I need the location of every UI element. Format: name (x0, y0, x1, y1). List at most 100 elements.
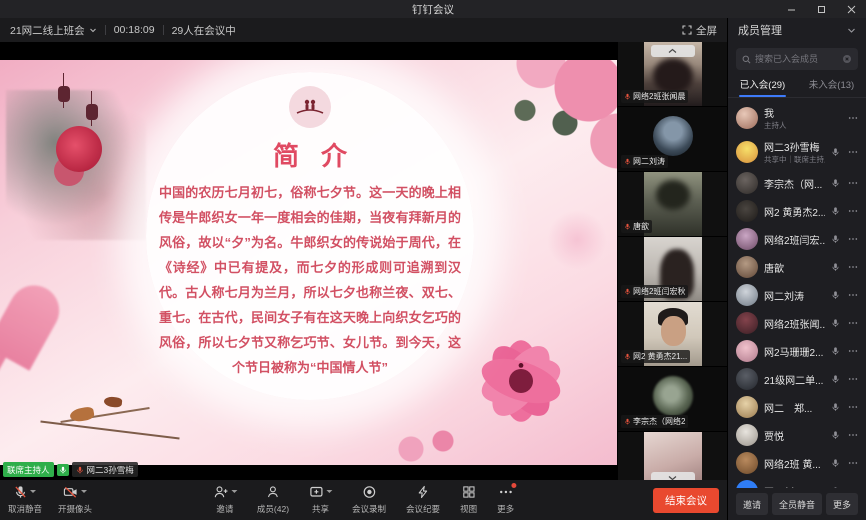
member-row[interactable]: 我 主持人 (728, 101, 866, 135)
minimize-icon[interactable] (776, 0, 806, 18)
camera-button[interactable]: 开摄像头 (58, 485, 92, 515)
mic-icon[interactable] (831, 402, 840, 412)
view-button[interactable]: 视图 (460, 485, 477, 515)
avatar (736, 141, 758, 163)
avatar (736, 284, 758, 306)
member-name: 网2 黄勇杰2... (764, 204, 825, 219)
mic-icon[interactable] (831, 178, 840, 188)
person-add-icon (213, 485, 228, 499)
panel-invite-button[interactable]: 邀请 (736, 493, 768, 515)
video-feed (644, 172, 702, 236)
close-icon[interactable] (836, 0, 866, 18)
video-tile[interactable]: 网二刘涛 (618, 107, 727, 172)
mic-icon (624, 288, 631, 295)
minutes-button[interactable]: 会议纪要 (406, 485, 440, 515)
invite-button[interactable]: 邀请 (213, 485, 237, 515)
member-row[interactable]: 网2马珊珊2... (728, 337, 866, 365)
mic-icon[interactable] (831, 318, 840, 328)
shared-screen: 简介 中国的农历七月初七，俗称七夕节。这一天的晚上相传是牛郎织女一年一度相会的佳… (0, 42, 617, 480)
video-tile[interactable]: 网络2班闫宏秋 (618, 237, 727, 302)
mic-icon[interactable] (831, 147, 840, 157)
member-row[interactable]: 唐歆 (728, 253, 866, 281)
member-row[interactable]: 网络2班闫宏... (728, 225, 866, 253)
members-button[interactable]: 成员(42) (257, 485, 289, 515)
more-options-icon[interactable] (848, 262, 858, 272)
member-name: 网二 郑... (764, 400, 825, 415)
caret-icon[interactable] (81, 490, 87, 496)
more-options-icon[interactable] (848, 458, 858, 468)
divider (105, 25, 106, 35)
scroll-up-button[interactable] (651, 45, 695, 57)
caret-icon[interactable] (326, 490, 332, 496)
more-options-icon[interactable] (848, 318, 858, 328)
microphone-muted-icon (14, 485, 27, 499)
video-tile[interactable]: 王娇 (618, 432, 727, 480)
avatar (736, 452, 758, 474)
video-tile[interactable]: 唐歆 (618, 172, 727, 237)
mute-all-button[interactable]: 全员静音 (772, 493, 822, 515)
mic-icon (624, 158, 631, 165)
mic-icon[interactable] (831, 234, 840, 244)
more-options-icon[interactable] (848, 430, 858, 440)
panel-more-button[interactable]: 更多 (826, 493, 858, 515)
camera-off-icon (63, 485, 78, 499)
member-row[interactable]: 贾悦 (728, 421, 866, 449)
member-row[interactable]: 网络2班 黄... (728, 449, 866, 477)
member-row[interactable]: 网2 黄勇杰2... (728, 197, 866, 225)
notification-dot (511, 483, 516, 488)
mic-icon[interactable] (831, 458, 840, 468)
avatar (736, 312, 758, 334)
decor-flower-faint (547, 210, 607, 270)
mute-button[interactable]: 取消静音 (8, 485, 42, 515)
tab-not-joined[interactable]: 未入会(13) (797, 74, 866, 97)
member-name: 我 (764, 105, 825, 120)
participant-count: 29人在会议中 (172, 23, 236, 38)
more-button[interactable]: 更多 (497, 485, 514, 515)
caret-icon[interactable] (30, 490, 36, 496)
more-options-icon[interactable] (848, 178, 858, 188)
collapse-panel-icon[interactable] (847, 26, 856, 35)
dingtalk-meeting-window: 钉钉会议 21网二线上班会 00:18:09 (0, 0, 866, 520)
video-tile[interactable]: 网2 黄勇杰21... (618, 302, 727, 367)
more-options-icon[interactable] (848, 234, 858, 244)
share-screen-button[interactable]: 共享 (309, 485, 332, 515)
mic-icon (624, 353, 631, 360)
sharer-name-badge: 网二3孙雪梅 (72, 462, 138, 477)
scroll-down-button[interactable] (651, 472, 695, 480)
member-row[interactable]: 21级网二单... (728, 365, 866, 393)
tile-avatar (653, 376, 693, 416)
mic-icon[interactable] (831, 206, 840, 216)
member-row[interactable]: 网二3孙雪梅 共享中｜联席主持人 (728, 135, 866, 169)
member-row[interactable]: 网络2班张闻... (728, 309, 866, 337)
mic-icon[interactable] (831, 430, 840, 440)
member-row[interactable]: 李宗杰（网... (728, 169, 866, 197)
search-clear-icon[interactable] (842, 54, 852, 64)
tile-label-text: 网2 黄勇杰21... (633, 351, 687, 362)
caret-icon[interactable] (231, 490, 237, 496)
member-row[interactable]: 网二 郑... (728, 393, 866, 421)
member-search-box[interactable] (736, 48, 858, 70)
mic-icon[interactable] (831, 374, 840, 384)
video-tile[interactable]: 李宗杰（网络2 (618, 367, 727, 432)
more-options-icon[interactable] (848, 346, 858, 356)
more-options-icon[interactable] (848, 147, 858, 157)
member-row[interactable]: 网二刘涛 (728, 281, 866, 309)
record-button[interactable]: 会议录制 (352, 485, 386, 515)
mic-icon[interactable] (831, 290, 840, 300)
more-options-icon[interactable] (848, 206, 858, 216)
more-options-icon[interactable] (848, 113, 858, 123)
maximize-icon[interactable] (806, 0, 836, 18)
tab-joined[interactable]: 已入会(29) (728, 74, 797, 97)
fullscreen-button[interactable]: 全屏 (682, 23, 717, 38)
search-input[interactable] (755, 54, 838, 64)
more-options-icon[interactable] (848, 402, 858, 412)
member-row[interactable]: 27 网二刘天21... (728, 477, 866, 488)
more-options-icon[interactable] (848, 374, 858, 384)
avatar (736, 172, 758, 194)
video-tile[interactable]: 网络2班张闻晨 (618, 42, 727, 107)
end-meeting-button[interactable]: 结束会议 (653, 488, 719, 513)
mic-icon[interactable] (831, 346, 840, 356)
mic-icon[interactable] (831, 262, 840, 272)
meeting-name-dropdown[interactable]: 21网二线上班会 (10, 23, 97, 38)
more-options-icon[interactable] (848, 290, 858, 300)
